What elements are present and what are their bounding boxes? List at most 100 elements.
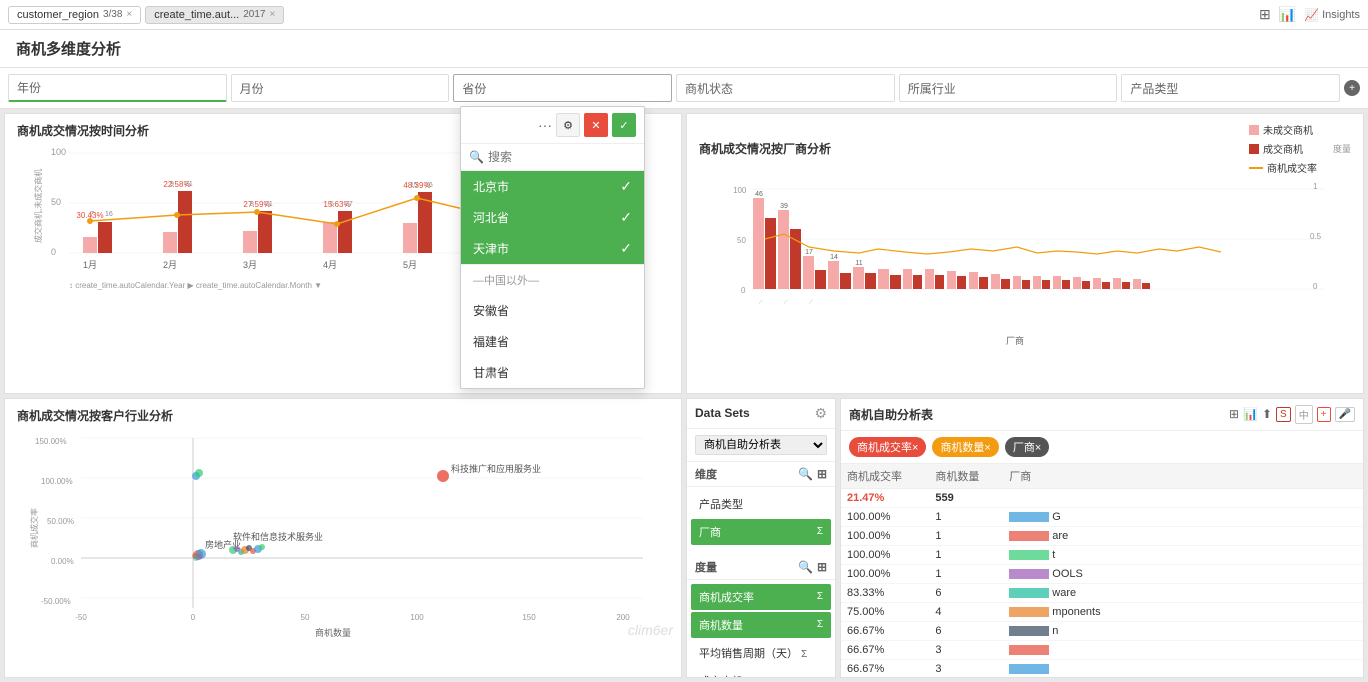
svg-text:0: 0: [191, 613, 196, 622]
mic-icon[interactable]: 🎤: [1335, 407, 1355, 422]
measures-header: 度量 🔍 ⊞: [687, 555, 835, 580]
zh-icon[interactable]: 中: [1295, 405, 1313, 424]
measure-list: 商机成交率 Σ 商机数量 Σ 平均销售周期（天） Σ 成交商机 Σ: [687, 580, 835, 679]
datasets-dropdown[interactable]: 商机自助分析表: [695, 435, 827, 455]
measure-avg-cycle[interactable]: 平均销售周期（天） Σ: [691, 640, 831, 666]
measure-won-deals[interactable]: 成交商机 Σ: [691, 668, 831, 679]
dropdown-toolbar: ··· ⚙ ✕ ✓: [461, 107, 644, 144]
row8-rate: 66.67%: [841, 640, 929, 659]
row6-count: 4: [929, 602, 1003, 621]
add-filter-button[interactable]: +: [1344, 80, 1360, 96]
dropdown-option-gansu[interactable]: 甘肃省: [461, 357, 644, 388]
filter-month[interactable]: 月份: [231, 74, 450, 102]
row5-count: 6: [929, 583, 1003, 602]
row2-vendor: are: [1003, 526, 1163, 545]
export-icon[interactable]: ⬆: [1262, 407, 1272, 421]
filter-province-label: 省份: [462, 80, 486, 97]
vendor-chart: 100 50 0 46 39 17 14: [695, 179, 1355, 364]
data-sets-panel: Data Sets ⚙ 商机自助分析表 维度 🔍 ⊞ 产品类型: [686, 398, 836, 679]
tag-count-label: 商机数量×: [940, 439, 990, 455]
summary-rate: 21.47%: [841, 488, 929, 507]
tag-count[interactable]: 商机数量×: [932, 437, 998, 457]
dropdown-search-input[interactable]: [488, 150, 636, 164]
chart3-title: 商机成交情况按客户行业分析: [5, 399, 681, 428]
filter-year-label: 年份: [17, 79, 41, 96]
filter-year[interactable]: 年份: [8, 74, 227, 102]
datasets-settings-icon[interactable]: ⚙: [814, 405, 827, 422]
dropdown-option-beijing[interactable]: 北京市 ✓: [461, 171, 644, 202]
dimensions-label: 维度: [695, 466, 717, 482]
legend-won-label: 成交商机: [1263, 141, 1303, 156]
self-analysis-title: 商机自助分析表: [849, 406, 933, 423]
dropdown-option-overseas[interactable]: —中国以外—: [461, 264, 644, 295]
measure-count[interactable]: 商机数量 Σ: [691, 612, 831, 638]
tab-customer-region[interactable]: customer_region 3/38 ×: [8, 6, 141, 24]
svg-text:厂商: 厂商: [1006, 335, 1024, 346]
row6-rate: 75.00%: [841, 602, 929, 621]
filter-bar: 年份 月份 省份 商机状态 所属行业 产品类型 + ··· ⚙ ✕ ✓ 🔍 北京…: [0, 68, 1368, 109]
row4-vendor: OOLS: [1003, 564, 1163, 583]
province-dropdown: ··· ⚙ ✕ ✓ 🔍 北京市 ✓ 河北省 ✓ 天津市 ✓ —中国以外— 安徽省…: [460, 106, 645, 389]
row3-count: 1: [929, 545, 1003, 564]
svg-text:4月: 4月: [323, 260, 337, 270]
svg-text:0: 0: [741, 286, 746, 295]
tag-vendor[interactable]: 厂商×: [1005, 437, 1049, 457]
dots-icon[interactable]: ···: [538, 117, 552, 133]
clear-btn[interactable]: ✕: [584, 113, 608, 137]
row1-count: 1: [929, 507, 1003, 526]
svg-text:商机成交率: 商机成交率: [29, 508, 39, 548]
svg-text:50: 50: [301, 613, 310, 622]
measures-label: 度量: [695, 559, 717, 575]
tab-create-time[interactable]: create_time.aut... 2017 ×: [145, 6, 284, 24]
chart-view-icon[interactable]: 📊: [1243, 407, 1258, 421]
insights-button[interactable]: 📈 Insights: [1304, 8, 1360, 22]
tab2-close[interactable]: ×: [270, 9, 276, 20]
dropdown-option-hebei[interactable]: 河北省 ✓: [461, 202, 644, 233]
filter-province[interactable]: 省份: [453, 74, 672, 102]
measure-rate-sigma: Σ: [817, 591, 823, 602]
chart-vendor-analysis: 商机成交情况按厂商分析 未成交商机 成交商机 商机成交率: [686, 113, 1364, 394]
measure-rate[interactable]: 商机成交率 Σ: [691, 584, 831, 610]
svg-text:1月: 1月: [83, 260, 97, 270]
search-measure-icon[interactable]: 🔍: [798, 560, 813, 574]
settings-dim-icon[interactable]: ⊞: [817, 467, 827, 481]
filter-status[interactable]: 商机状态: [676, 74, 895, 102]
confirm-btn[interactable]: ✓: [612, 113, 636, 137]
plus-icon[interactable]: +: [1317, 407, 1331, 422]
tab1-count: 3/38: [103, 9, 122, 20]
dim-product-type[interactable]: 产品类型: [691, 491, 831, 517]
svg-text:商机数量: 商机数量: [315, 627, 351, 638]
row8-count: 3: [929, 640, 1003, 659]
svg-text:200: 200: [616, 613, 630, 622]
grid-icon: ⊞: [1259, 6, 1271, 23]
search-dim-icon[interactable]: 🔍: [798, 467, 813, 481]
top-bar-icons: ⊞ 📊 📈 Insights: [1259, 6, 1360, 23]
tag-rate[interactable]: 商机成交率×: [849, 437, 926, 457]
option-gansu-label: 甘肃省: [473, 364, 509, 381]
table-row: 75.00% 4 mponents: [841, 602, 1363, 621]
dropdown-option-tianjin[interactable]: 天津市 ✓: [461, 233, 644, 264]
company-logo: clim6er: [628, 622, 673, 638]
filter-industry[interactable]: 所属行业: [899, 74, 1118, 102]
self-analysis-panel: 商机自助分析表 ⊞ 📊 ⬆ S 中 + 🎤 商机成交率× 商: [840, 398, 1364, 679]
row7-vendor: n: [1003, 621, 1163, 640]
dropdown-option-fujian[interactable]: 福建省: [461, 326, 644, 357]
row8-vendor: [1003, 640, 1163, 659]
S-icon[interactable]: S: [1276, 407, 1291, 422]
dim-vendor[interactable]: 厂商 Σ: [691, 519, 831, 545]
dropdown-option-anhui[interactable]: 安徽省: [461, 295, 644, 326]
row6-vendor: mponents: [1003, 602, 1163, 621]
settings-measure-icon[interactable]: ⊞: [817, 560, 827, 574]
filter-product-label: 产品类型: [1130, 80, 1178, 97]
tab1-close[interactable]: ×: [126, 9, 132, 20]
svg-text:7: 7: [90, 211, 94, 218]
filter-product[interactable]: 产品类型: [1121, 74, 1340, 102]
top-bar: customer_region 3/38 × create_time.aut..…: [0, 0, 1368, 30]
filter-industry-label: 所属行业: [908, 80, 956, 97]
right-bottom-section: Data Sets ⚙ 商机自助分析表 维度 🔍 ⊞ 产品类型: [686, 398, 1364, 679]
measure-avg-sigma: Σ: [801, 649, 807, 660]
settings-btn[interactable]: ⚙: [556, 113, 580, 137]
svg-text:-50: -50: [75, 613, 87, 622]
table-icon[interactable]: ⊞: [1229, 407, 1239, 421]
svg-text:31: 31: [185, 181, 193, 188]
